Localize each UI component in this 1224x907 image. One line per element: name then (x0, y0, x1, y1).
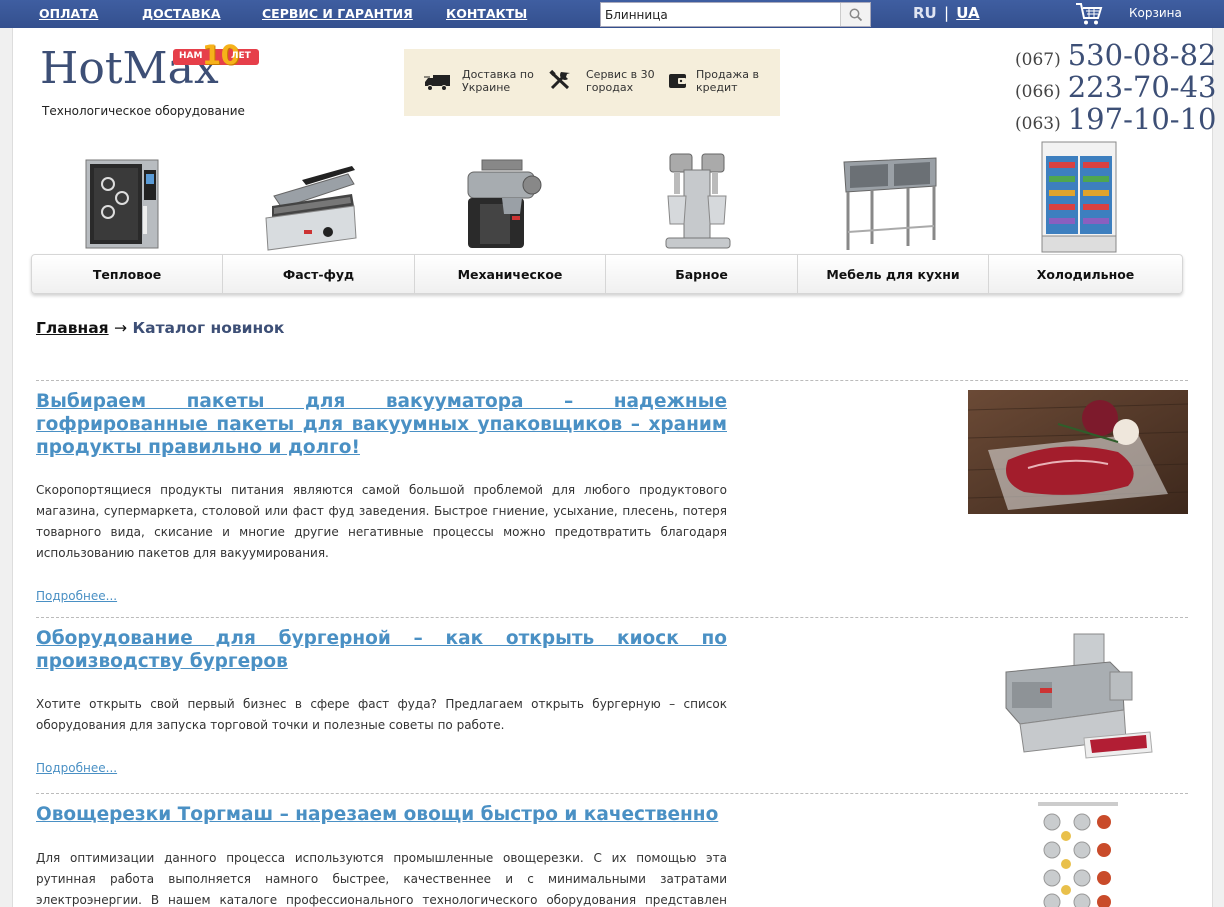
breadcrumb-arrow: → (114, 319, 128, 337)
benefit-service-text: Сервис в 30 городах (586, 68, 655, 94)
phone-1-code: (067) (1015, 50, 1061, 70)
article-1-title[interactable]: Выбираем пакеты для вакууматора – надежн… (36, 390, 727, 459)
display-fridge-image[interactable] (1040, 140, 1120, 254)
article-3-title[interactable]: Овощерезки Торгмаш – нарезаем овощи быст… (36, 803, 727, 826)
category-refrigeration[interactable]: Холодильное (989, 255, 1182, 293)
benefit-delivery-text: Доставка по Украине (462, 68, 534, 94)
nav-link-payment[interactable]: ОПЛАТА (39, 6, 98, 21)
phone-3[interactable]: (063) 197-10-10 (1015, 102, 1216, 136)
nav-link-service[interactable]: СЕРВИС И ГАРАНТИЯ (262, 6, 413, 21)
article-divider (36, 380, 1188, 381)
lang-separator: | (943, 4, 950, 22)
benefit-service-line1: Сервис в 30 (586, 68, 655, 81)
article-1-more-link[interactable]: Подробнее... (36, 589, 117, 603)
search-input[interactable] (601, 3, 841, 26)
benefit-service-line2: городах (586, 81, 634, 94)
breadcrumb: Главная → Каталог новинок (36, 319, 284, 337)
nav-link-delivery[interactable]: ДОСТАВКА (142, 6, 221, 21)
category-thermal[interactable]: Тепловое (32, 255, 223, 293)
article-divider (36, 617, 1188, 618)
tools-icon (549, 69, 570, 90)
anniversary-badge: НАМ 10 ЛЕТ (173, 40, 261, 73)
logo-tagline: Технологическое оборудование (42, 104, 245, 118)
nav-link-contacts[interactable]: КОНТАКТЫ (446, 6, 527, 21)
category-kitchen-furniture[interactable]: Мебель для кухни (798, 255, 989, 293)
article-divider (36, 793, 1188, 794)
steel-sink-table-image[interactable] (842, 156, 938, 252)
badge-right-text: ЛЕТ (231, 51, 251, 61)
article-2-text: Хотите открыть свой первый бизнес в сфер… (36, 697, 727, 732)
lang-ru[interactable]: RU (913, 4, 937, 22)
phone-1-number: 530-08-82 (1067, 38, 1217, 72)
search-box (600, 2, 871, 27)
contact-grill-image[interactable] (262, 166, 358, 252)
truck-icon (424, 75, 450, 91)
category-fast-food[interactable]: Фаст-фуд (223, 255, 415, 293)
benefit-delivery-line2: Украине (462, 81, 511, 94)
top-bar: ОПЛАТА ДОСТАВКА СЕРВИС И ГАРАНТИЯ КОНТАК… (0, 0, 1224, 28)
lang-ua[interactable]: UA (956, 4, 979, 22)
phone-2[interactable]: (066) 223-70-43 (1015, 70, 1216, 104)
wallet-icon (669, 74, 686, 88)
cart-link[interactable]: Корзина (1073, 0, 1203, 28)
vegetable-cutter-discs-image[interactable] (1030, 800, 1126, 907)
badge-left-text: НАМ (179, 51, 203, 61)
breadcrumb-home[interactable]: Главная (36, 319, 109, 337)
category-bar-equipment[interactable]: Барное (606, 255, 798, 293)
meat-grinder-article-image[interactable] (1000, 628, 1160, 768)
breadcrumb-current: Каталог новинок (132, 319, 285, 337)
phone-1[interactable]: (067) 530-08-82 (1015, 38, 1216, 72)
cart-icon (1076, 3, 1103, 25)
article-2-title[interactable]: Оборудование для бургерной – как открыть… (36, 627, 727, 673)
phone-2-code: (066) (1015, 82, 1061, 102)
benefit-delivery-line1: Доставка по (462, 68, 534, 81)
benefit-credit-line2: кредит (696, 81, 738, 94)
benefit-credit-text: Продажа в кредит (696, 68, 759, 94)
language-switcher: RU | UA (913, 4, 980, 22)
cart-label: Корзина (1129, 6, 1182, 20)
meat-grinder-image[interactable] (462, 158, 546, 252)
article-2-more-link[interactable]: Подробнее... (36, 761, 117, 775)
category-bar: Тепловое Фаст-фуд Механическое Барное Ме… (31, 254, 1183, 294)
category-mechanical[interactable]: Механическое (415, 255, 606, 293)
phone-2-number: 223-70-43 (1067, 70, 1217, 104)
combi-oven-image[interactable] (84, 158, 162, 252)
phone-3-number: 197-10-10 (1067, 102, 1217, 136)
phone-3-code: (063) (1015, 114, 1061, 134)
milkshake-mixer-image[interactable] (662, 152, 734, 252)
article-1-text: Скоропортящиеся продукты питания являютс… (36, 483, 727, 560)
search-button[interactable] (840, 3, 870, 26)
vacuum-packed-meat-image[interactable] (968, 390, 1188, 514)
search-icon (849, 8, 862, 21)
benefit-credit-line1: Продажа в (696, 68, 759, 81)
benefits-box: Доставка по Украине Сервис в 30 городах … (404, 49, 780, 116)
article-3-text: Для оптимизации данного процесса использ… (36, 851, 727, 907)
